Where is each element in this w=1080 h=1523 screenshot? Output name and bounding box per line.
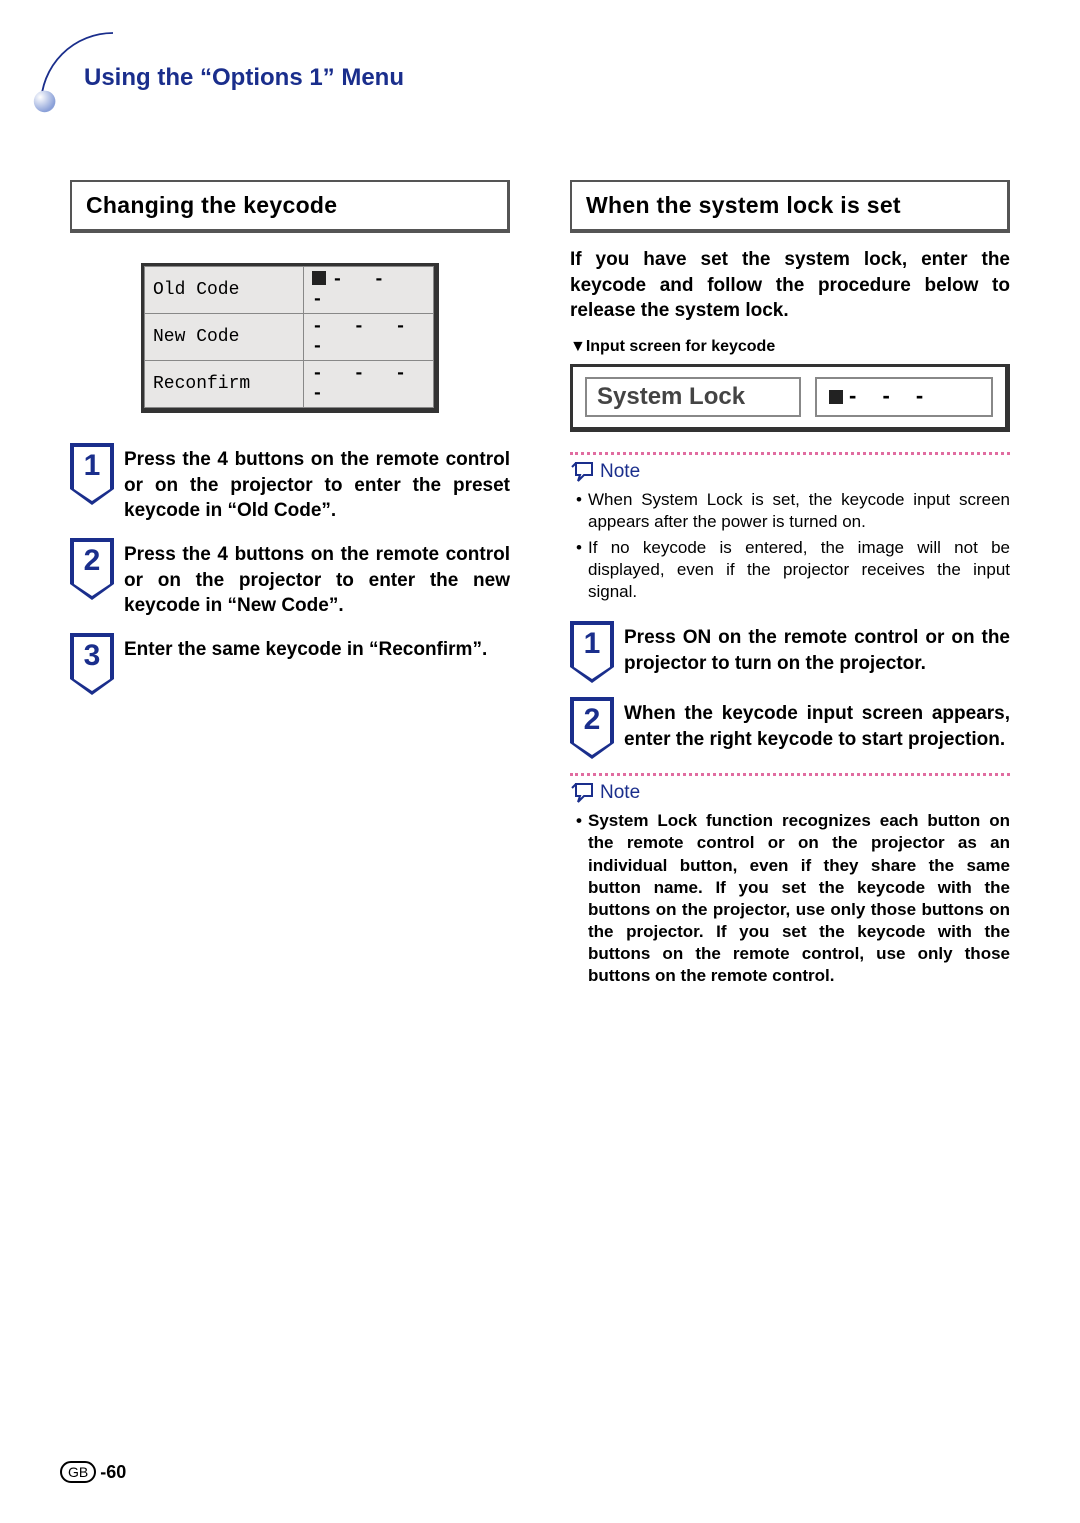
region-badge: GB xyxy=(60,1461,96,1483)
note-header: Note xyxy=(570,782,1010,804)
note-item: When System Lock is set, the keycode inp… xyxy=(576,489,1010,533)
keycode-row-value: - - - - xyxy=(303,314,433,361)
step-number: 1 xyxy=(570,621,614,667)
step-text: When the keycode input screen appears, e… xyxy=(624,701,1010,752)
step-item: 3 Enter the same keycode in “Reconfirm”. xyxy=(70,633,510,695)
note-icon xyxy=(570,782,596,804)
note-icon xyxy=(570,461,596,483)
step-text: Press the 4 buttons on the remote contro… xyxy=(124,542,510,619)
keycode-row-label: Reconfirm xyxy=(145,361,304,408)
intro-paragraph: If you have set the system lock, enter t… xyxy=(570,247,1010,324)
step-item: 2 Press the 4 buttons on the remote cont… xyxy=(70,538,510,619)
step-number: 2 xyxy=(70,538,114,584)
cursor-icon xyxy=(312,271,326,285)
keycode-row-value: - - - xyxy=(303,267,433,314)
page: Using the “Options 1” Menu Changing the … xyxy=(0,0,1080,1523)
figure-caption: ▼Input screen for keycode xyxy=(570,338,1010,356)
step-marker: 1 xyxy=(570,621,612,683)
section-heading-left: Changing the keycode xyxy=(70,180,510,233)
note-item: System Lock function recognizes each but… xyxy=(576,810,1010,987)
section-heading-right: When the system lock is set xyxy=(570,180,1010,233)
step-marker: 1 xyxy=(70,443,112,505)
step-text: Enter the same keycode in “Reconfirm”. xyxy=(124,637,487,663)
system-lock-code-field: - - - xyxy=(815,377,993,417)
keycode-row-label: Old Code xyxy=(145,267,304,314)
note-label: Note xyxy=(600,461,640,483)
on-button-word: ON xyxy=(683,627,712,648)
note-list: When System Lock is set, the keycode inp… xyxy=(576,489,1010,603)
step-number: 2 xyxy=(570,697,614,743)
content-columns: Changing the keycode Old Code - - - New … xyxy=(70,180,1020,1005)
step-text: Press the 4 buttons on the remote contro… xyxy=(124,447,510,524)
left-column: Changing the keycode Old Code - - - New … xyxy=(70,180,510,1005)
page-footer: GB -60 xyxy=(60,1461,126,1483)
note-separator xyxy=(570,773,1010,776)
step-marker: 3 xyxy=(70,633,112,695)
step-text: Press ON on the remote control or on the… xyxy=(624,625,1010,676)
note-header: Note xyxy=(570,461,1010,483)
keycode-row-value: - - - - xyxy=(303,361,433,408)
note-list: System Lock function recognizes each but… xyxy=(576,810,1010,987)
note-separator xyxy=(570,452,1010,455)
keycode-row-label: New Code xyxy=(145,314,304,361)
step-marker: 2 xyxy=(570,697,612,759)
step-item: 2 When the keycode input screen appears,… xyxy=(570,697,1010,759)
step-number: 1 xyxy=(70,443,114,489)
page-number: -60 xyxy=(100,1462,126,1483)
note-label: Note xyxy=(600,782,640,804)
step-marker: 2 xyxy=(70,538,112,600)
cursor-icon xyxy=(829,390,843,404)
right-column: When the system lock is set If you have … xyxy=(570,180,1010,1005)
step-item: 1 Press the 4 buttons on the remote cont… xyxy=(70,443,510,524)
step-number: 3 xyxy=(70,633,114,679)
note-item: If no keycode is entered, the image will… xyxy=(576,537,1010,603)
system-lock-label: System Lock xyxy=(585,377,801,417)
keycode-dialog-figure: Old Code - - - New Code - - - - Reconfir… xyxy=(141,263,439,413)
system-lock-input-figure: System Lock - - - xyxy=(570,364,1010,432)
page-title: Using the “Options 1” Menu xyxy=(84,64,404,92)
step-item: 1 Press ON on the remote control or on t… xyxy=(570,621,1010,683)
